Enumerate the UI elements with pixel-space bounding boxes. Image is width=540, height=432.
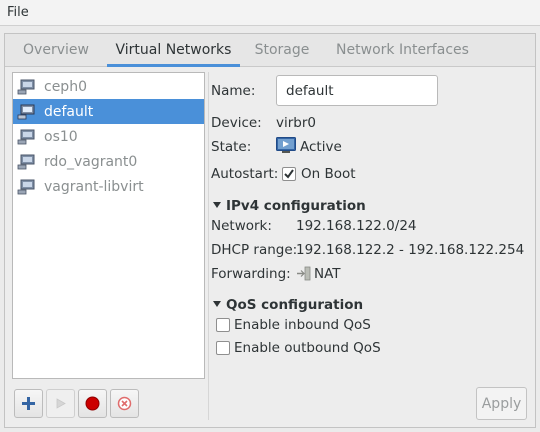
state-value: Active: [300, 139, 342, 155]
network-name: os10: [44, 128, 78, 145]
network-label: Network:: [211, 218, 272, 234]
delete-network-button[interactable]: [110, 389, 139, 418]
tab-network-interfaces[interactable]: Network Interfaces: [324, 34, 481, 67]
expander-arrow-icon: [213, 202, 221, 208]
device-value: virbr0: [276, 115, 316, 131]
network-row-default[interactable]: default: [13, 99, 204, 124]
name-field[interactable]: [276, 75, 438, 106]
plus-icon: [22, 397, 35, 410]
apply-button[interactable]: Apply: [476, 387, 527, 420]
network-row-rdo-vagrant0[interactable]: rdo_vagrant0: [13, 149, 204, 174]
menu-file[interactable]: File: [7, 5, 29, 20]
outbound-qos-label[interactable]: Enable outbound QoS: [234, 340, 381, 356]
expander-arrow-icon: [213, 301, 221, 307]
network-name: vagrant-libvirt: [44, 178, 144, 195]
ipv4-expander[interactable]: IPv4 configuration: [213, 198, 366, 214]
play-icon: [56, 398, 66, 409]
start-network-button[interactable]: [46, 389, 75, 418]
pane-divider: [208, 72, 209, 420]
inbound-qos-label[interactable]: Enable inbound QoS: [234, 317, 371, 333]
network-row-ceph0[interactable]: ceph0: [13, 74, 204, 99]
qos-header: QoS configuration: [226, 297, 364, 313]
device-label: Device:: [211, 115, 262, 131]
stop-icon: [85, 396, 100, 411]
state-running-icon: [276, 137, 296, 153]
network-icon: [17, 179, 35, 194]
network-list[interactable]: ceph0 default os10 rdo_vagrant0 vagrant-…: [12, 72, 205, 379]
network-value: 192.168.122.0/24: [296, 218, 417, 234]
checkmark-icon: [284, 169, 294, 179]
name-label: Name:: [211, 83, 256, 99]
network-name: default: [44, 103, 94, 120]
network-row-vagrant-libvirt[interactable]: vagrant-libvirt: [13, 174, 204, 199]
ipv4-header: IPv4 configuration: [226, 198, 366, 214]
menubar: File: [0, 0, 540, 26]
qos-expander[interactable]: QoS configuration: [213, 297, 363, 313]
autostart-checkbox[interactable]: [282, 167, 296, 181]
network-name: ceph0: [44, 78, 87, 95]
tab-overview[interactable]: Overview: [5, 34, 107, 67]
dhcp-range-label: DHCP range:: [211, 242, 298, 258]
network-icon: [17, 129, 35, 144]
network-name: rdo_vagrant0: [44, 153, 138, 170]
forwarding-value: NAT: [314, 266, 341, 282]
dhcp-range-value: 192.168.122.2 - 192.168.122.254: [296, 242, 525, 258]
add-network-button[interactable]: [14, 389, 43, 418]
tab-storage[interactable]: Storage: [240, 34, 324, 67]
connection-details-notebook: Overview Virtual Networks Storage Networ…: [4, 33, 536, 428]
forwarding-nat-icon: [297, 266, 311, 281]
state-label: State:: [211, 139, 252, 155]
autostart-value: On Boot: [301, 166, 356, 182]
stop-network-button[interactable]: [78, 389, 107, 418]
tab-bar: Overview Virtual Networks Storage Networ…: [5, 34, 535, 67]
forwarding-label: Forwarding:: [211, 266, 291, 282]
inbound-qos-checkbox[interactable]: [216, 318, 230, 332]
network-icon: [17, 104, 35, 119]
delete-icon: [117, 396, 132, 411]
tab-virtual-networks[interactable]: Virtual Networks: [107, 34, 240, 67]
autostart-label: Autostart:: [211, 166, 279, 182]
network-row-os10[interactable]: os10: [13, 124, 204, 149]
network-icon: [17, 79, 35, 94]
network-icon: [17, 154, 35, 169]
outbound-qos-checkbox[interactable]: [216, 341, 230, 355]
